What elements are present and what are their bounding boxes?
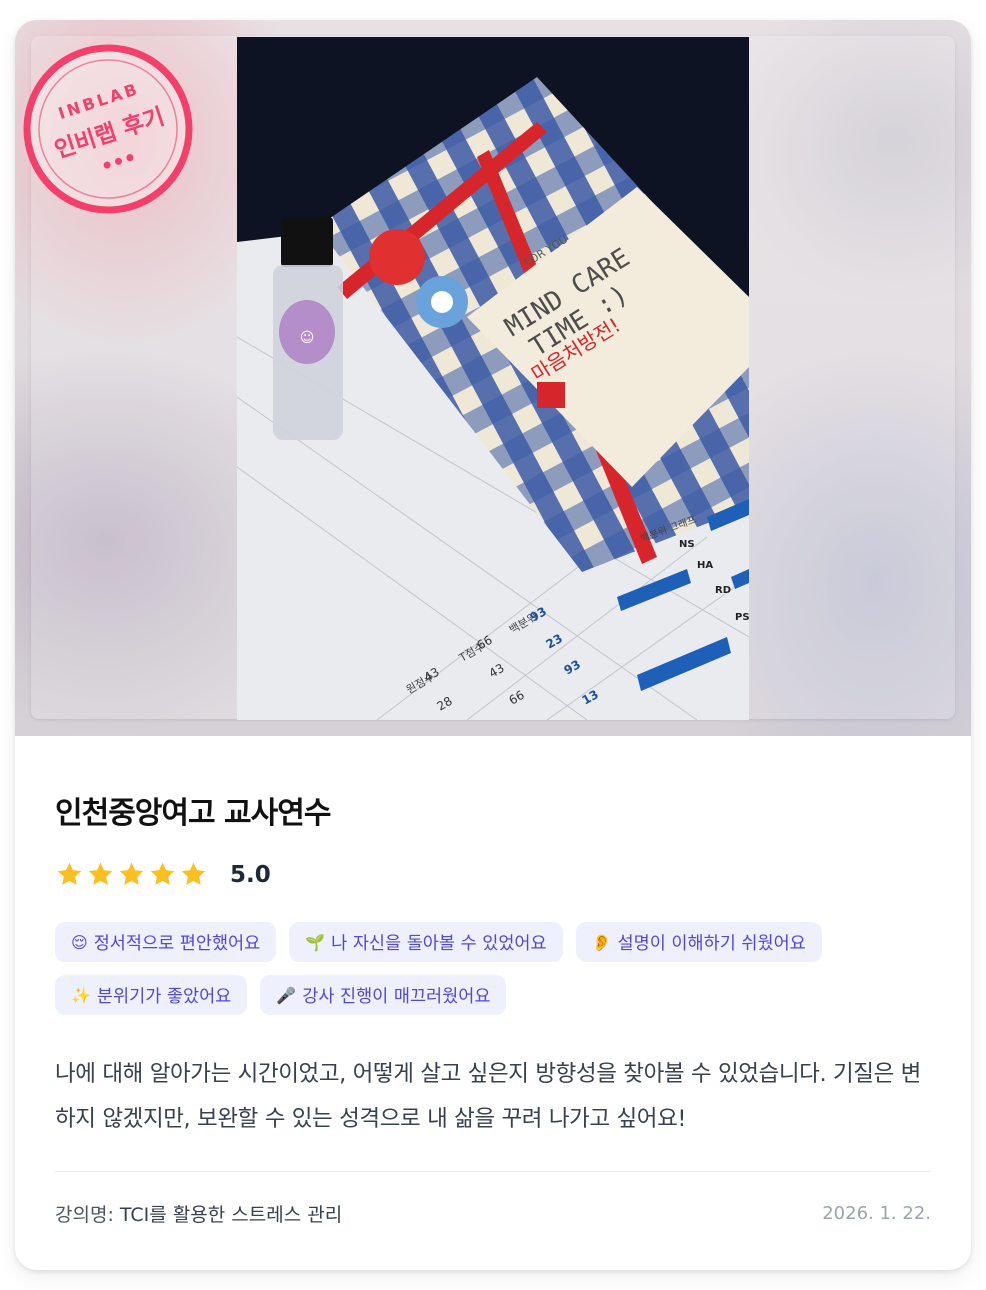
review-card[interactable]: FOR YOU MIND CARE TIME :) 마음처방전! ☺ 원점수 T… (15, 20, 971, 1270)
tag-label: 분위기가 좋았어요 (96, 986, 232, 1007)
star-icon (150, 862, 175, 885)
review-title: 인천중앙여고 교사연수 (55, 796, 331, 831)
lecture-info: 강의명: TCI를 활용한 스트레스 관리 (55, 1200, 342, 1227)
photo-graph-label-ns: NS (679, 539, 695, 550)
star-icon (57, 862, 82, 885)
star-rating (55, 860, 208, 889)
review-tag: 👂 설명이 이해하기 쉬웠어요 (575, 922, 822, 962)
star-icon (119, 862, 144, 885)
tag-label: 강사 진행이 매끄러웠어요 (302, 986, 491, 1007)
star-icon (88, 862, 113, 885)
relieved-face-icon: 😌 (71, 932, 88, 952)
review-date: 2026. 1. 22. (822, 1203, 931, 1224)
review-tag: 😌 정서적으로 편안했어요 (55, 922, 277, 962)
photo-illustration: FOR YOU MIND CARE TIME :) 마음처방전! ☺ 원점수 T… (237, 37, 749, 720)
star-icon (181, 862, 206, 885)
review-tag: 🎤 강사 진행이 매끄러웠어요 (260, 975, 507, 1015)
photo-graph-label-rd: RD (715, 585, 731, 596)
review-tag: 🌱 나 자신을 돌아볼 수 있었어요 (289, 922, 563, 962)
tag-label: 정서적으로 편안했어요 (93, 933, 261, 954)
review-tag: ✨ 분위기가 좋았어요 (55, 975, 248, 1015)
microphone-icon: 🎤 (276, 985, 297, 1005)
lecture-label: 강의명: (55, 1204, 114, 1226)
photo-graph-label-ha: HA (697, 560, 713, 571)
photo-graph-label-ps: PS (735, 612, 749, 623)
rating-row: 5.0 (55, 860, 271, 889)
review-text: 나에 대해 알아가는 시간이었고, 어떻게 살고 싶은지 방향성을 찾아볼 수 … (55, 1061, 921, 1132)
sparkles-icon: ✨ (71, 985, 91, 1005)
review-media: FOR YOU MIND CARE TIME :) 마음처방전! ☺ 원점수 T… (15, 20, 971, 736)
review-tags: 😌 정서적으로 편안했어요 🌱 나 자신을 돌아볼 수 있었어요 👂 설명이 이… (55, 922, 935, 1015)
tag-label: 설명이 이해하기 쉬웠어요 (617, 933, 806, 954)
divider (55, 1171, 931, 1172)
seedling-icon: 🌱 (305, 932, 326, 952)
tag-label: 나 자신을 돌아볼 수 있었어요 (331, 933, 547, 954)
svg-text:☺: ☺ (300, 330, 315, 346)
inblab-review-stamp: INBLAB 인비랩 후기 (22, 43, 194, 215)
lecture-name: TCI를 활용한 스트레스 관리 (119, 1204, 343, 1226)
review-photo[interactable]: FOR YOU MIND CARE TIME :) 마음처방전! ☺ 원점수 T… (237, 37, 749, 720)
rating-score: 5.0 (230, 861, 271, 888)
ear-icon: 👂 (591, 932, 612, 952)
